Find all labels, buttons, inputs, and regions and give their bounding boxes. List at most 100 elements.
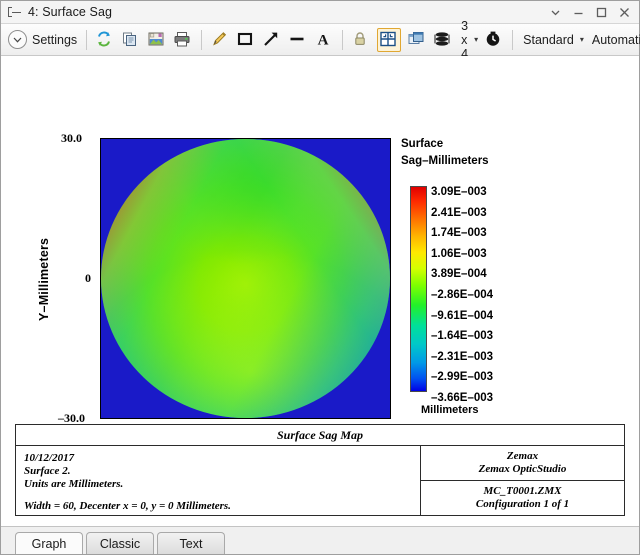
window-controls xyxy=(544,3,635,22)
y-axis-title: Y–Millimeters xyxy=(37,238,51,321)
info-vendor-line2: Zemax OpticStudio xyxy=(479,463,567,476)
info-surface: Surface 2. xyxy=(24,465,420,478)
info-configuration: Configuration 1 of 1 xyxy=(476,498,569,511)
bottom-tabstrip: Graph Classic Text xyxy=(1,526,639,554)
minimize-button[interactable] xyxy=(567,3,589,22)
colorbar-label: 3.09E–003 xyxy=(431,182,541,203)
tab-text[interactable]: Text xyxy=(157,532,225,554)
toolbar-separator xyxy=(342,30,343,50)
lock-icon xyxy=(351,30,371,50)
tab-text-label: Text xyxy=(180,537,203,551)
text-tool-button[interactable]: A xyxy=(311,27,337,53)
colorbar-label: –1.64E–003 xyxy=(431,326,541,347)
detach-window-button[interactable] xyxy=(404,27,430,53)
sag-heatmap xyxy=(100,138,391,419)
legend-title: Surface Sag–Millimeters xyxy=(401,136,511,170)
info-panel-body: 10/12/2017 Surface 2. Units are Millimet… xyxy=(16,446,624,515)
chevron-down-icon: ▾ xyxy=(474,36,478,44)
settings-button[interactable]: Settings xyxy=(6,27,81,53)
rectangle-tool-button[interactable] xyxy=(233,27,259,53)
layers-button[interactable] xyxy=(430,27,456,53)
legend-title-line1: Surface xyxy=(401,136,511,153)
colorbar-label: –2.99E–003 xyxy=(431,367,541,388)
window-menu-button[interactable] xyxy=(544,3,566,22)
style-dropdown-label: Standard xyxy=(521,33,576,47)
y-tick-mid: 0 xyxy=(85,271,91,286)
refresh-icon xyxy=(95,30,115,50)
aperture-disc xyxy=(101,139,390,418)
tab-graph-label: Graph xyxy=(32,537,67,551)
line-tool-button[interactable] xyxy=(285,27,311,53)
colorbar-label: 1.74E–003 xyxy=(431,223,541,244)
maximize-button[interactable] xyxy=(590,3,612,22)
arrow-icon xyxy=(262,30,282,50)
refresh-button[interactable] xyxy=(92,27,118,53)
colorbar-label: –9.61E–004 xyxy=(431,306,541,327)
info-geometry: Width = 60, Decenter x = 0, y = 0 Millim… xyxy=(24,500,420,513)
heatmap-tilt2-gradient xyxy=(101,139,390,418)
window-title: 4: Surface Sag xyxy=(28,5,112,19)
colorbar-labels: 3.09E–003 2.41E–003 1.74E–003 1.06E–003 … xyxy=(431,182,541,409)
scale-dropdown[interactable]: Automatic ▾ xyxy=(587,27,640,53)
colorbar-label: –2.31E–003 xyxy=(431,347,541,368)
pencil-icon xyxy=(210,30,230,50)
colorbar-label: 2.41E–003 xyxy=(431,203,541,224)
toolbar: Settings xyxy=(1,24,639,56)
style-dropdown[interactable]: Standard ▾ xyxy=(518,27,587,53)
info-vendor-block: Zemax Zemax OpticStudio xyxy=(421,446,624,481)
arrow-tool-button[interactable] xyxy=(259,27,285,53)
save-image-button[interactable] xyxy=(144,27,170,53)
rectangle-icon xyxy=(236,30,256,50)
save-image-icon xyxy=(147,30,167,50)
chevron-down-icon xyxy=(8,30,27,49)
colorbar-label: 1.06E–003 xyxy=(431,244,541,265)
fit-window-button[interactable] xyxy=(374,27,404,53)
text-icon: A xyxy=(314,30,334,50)
grid-size-label: 3 x 4 xyxy=(459,19,470,61)
colorbar-units: Millimeters xyxy=(421,404,478,416)
copy-button[interactable] xyxy=(118,27,144,53)
dock-pin-icon xyxy=(7,6,22,19)
info-right-column: Zemax Zemax OpticStudio MC_T0001.ZMX Con… xyxy=(421,446,624,515)
info-file-block: MC_T0001.ZMX Configuration 1 of 1 xyxy=(421,481,624,515)
info-panel: Surface Sag Map 10/12/2017 Surface 2. Un… xyxy=(15,424,625,516)
lock-button[interactable] xyxy=(348,27,374,53)
title-bar: 4: Surface Sag xyxy=(1,1,639,24)
line-icon xyxy=(288,30,308,50)
info-file-name: MC_T0001.ZMX xyxy=(484,485,562,498)
fit-window-icon xyxy=(377,28,401,52)
colorbar-label: –2.86E–004 xyxy=(431,285,541,306)
chevron-down-icon: ▾ xyxy=(580,36,584,44)
print-icon xyxy=(173,30,193,50)
tab-classic-label: Classic xyxy=(100,537,140,551)
tab-graph[interactable]: Graph xyxy=(15,532,83,554)
clock-icon xyxy=(484,30,504,50)
y-tick-top: 30.0 xyxy=(61,131,82,146)
detach-icon xyxy=(407,30,427,50)
info-spacer xyxy=(24,491,420,500)
colorbar xyxy=(410,186,427,392)
legend-title-line2: Sag–Millimeters xyxy=(401,153,511,170)
toolbar-separator xyxy=(86,30,87,50)
close-button[interactable] xyxy=(613,3,635,22)
toolbar-separator xyxy=(512,30,513,50)
print-button[interactable] xyxy=(170,27,196,53)
layers-icon xyxy=(433,30,453,50)
info-panel-title: Surface Sag Map xyxy=(16,425,624,446)
grid-size-dropdown[interactable]: 3 x 4 ▾ xyxy=(456,27,481,53)
tab-classic[interactable]: Classic xyxy=(86,532,154,554)
info-vendor-line1: Zemax xyxy=(507,450,538,463)
info-units: Units are Millimeters. xyxy=(24,478,420,491)
info-left-column: 10/12/2017 Surface 2. Units are Millimet… xyxy=(16,446,421,515)
svg-text:A: A xyxy=(318,32,329,48)
scale-dropdown-label: Automatic xyxy=(590,33,640,47)
info-date: 10/12/2017 xyxy=(24,452,420,465)
graph-canvas[interactable]: 30.0 0 –30.0 –30.0 0 30.0 Y–Millimeters … xyxy=(1,56,639,526)
copy-icon xyxy=(121,30,141,50)
surface-sag-window: 4: Surface Sag Settings xyxy=(0,0,640,555)
animate-button[interactable] xyxy=(481,27,507,53)
toolbar-separator xyxy=(201,30,202,50)
annotate-pencil-button[interactable] xyxy=(207,27,233,53)
colorbar-label: 3.89E–004 xyxy=(431,264,541,285)
settings-label: Settings xyxy=(32,33,77,47)
